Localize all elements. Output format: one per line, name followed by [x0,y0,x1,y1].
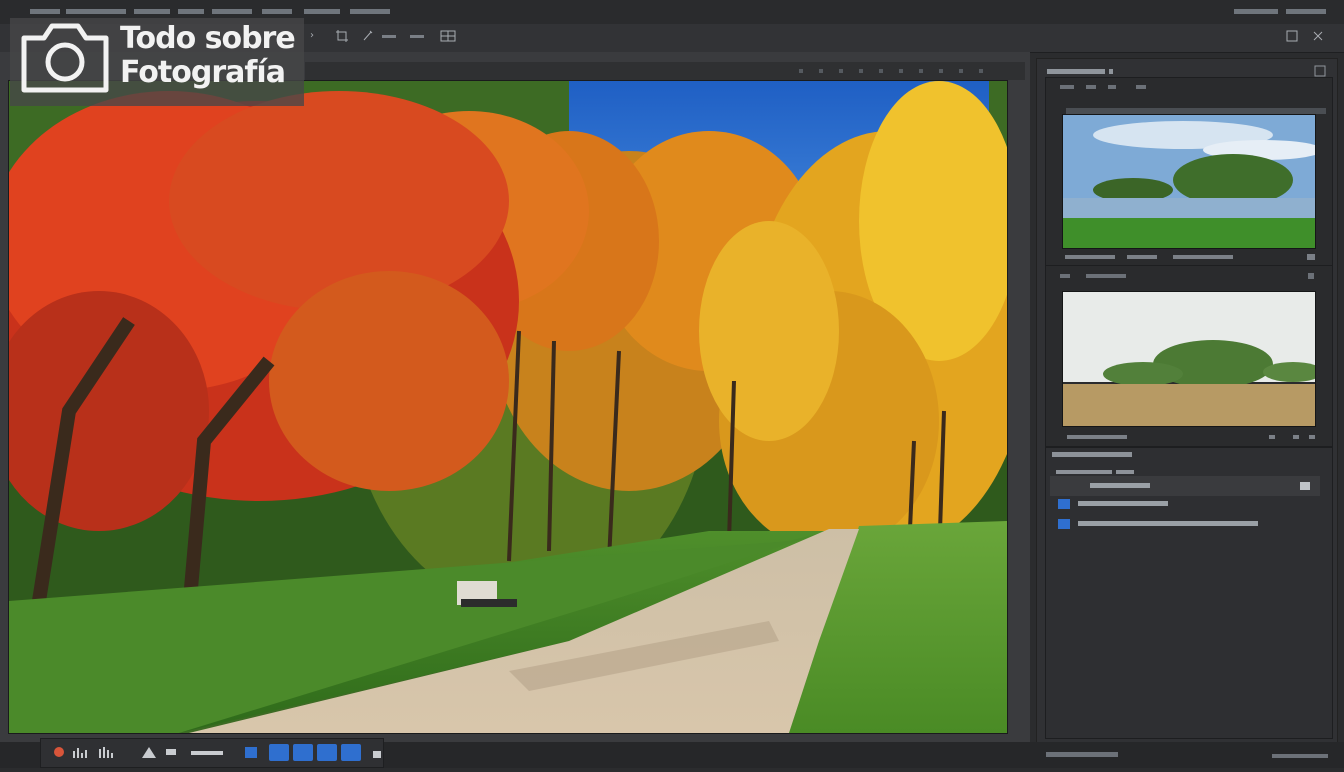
logo-line-2: Fotografía [120,55,286,90]
chevron-right-icon[interactable]: › [310,30,314,41]
workspace-switcher[interactable] [1234,6,1330,16]
thumbnail-field[interactable] [1062,291,1316,427]
layer-row[interactable] [1050,514,1320,534]
layer-button[interactable] [317,744,337,761]
thumbnail-caption-1 [1057,249,1327,263]
thumbnail-caption-2 [1057,429,1327,443]
histogram-icon[interactable] [71,744,91,761]
layer-row-active[interactable] [1050,476,1320,496]
logo-text: Todo sobre Fotografía [120,21,296,90]
photo-canvas[interactable] [8,80,1008,734]
right-panel [1036,58,1338,748]
expand-icon[interactable] [1286,30,1298,45]
document-tab-bar [305,62,1025,80]
tool-option[interactable] [380,30,400,45]
preview-tab-strip[interactable] [1046,78,1332,98]
site-logo: Todo sobre Fotografía [10,18,304,106]
layer-row[interactable] [1050,494,1320,514]
transform-icon[interactable] [241,744,261,761]
triangle-icon[interactable] [139,744,159,761]
camera-icon [20,20,110,98]
levels-icon[interactable] [97,744,117,761]
info-readout [187,744,227,761]
layer-button[interactable] [269,744,289,761]
crop-tool-icon[interactable] [336,30,348,45]
tool-option[interactable] [408,30,428,45]
close-icon[interactable] [1312,30,1324,45]
menu-items[interactable] [30,6,300,16]
bottom-toolbar [40,738,384,768]
autumn-landscape-photo [9,81,1007,733]
record-icon[interactable] [49,744,69,761]
thumbnail-lake[interactable] [1062,114,1316,249]
brush-tool-icon[interactable] [362,30,374,45]
lock-icon[interactable] [367,744,387,761]
logo-line-1: Todo sobre [120,21,296,56]
grid-toggle-icon[interactable] [440,30,456,45]
layer-button[interactable] [293,744,313,761]
layer-button[interactable] [341,744,361,761]
menu-items-right[interactable] [304,6,394,16]
tool-icon[interactable] [161,744,181,761]
panel-header [1045,63,1329,77]
